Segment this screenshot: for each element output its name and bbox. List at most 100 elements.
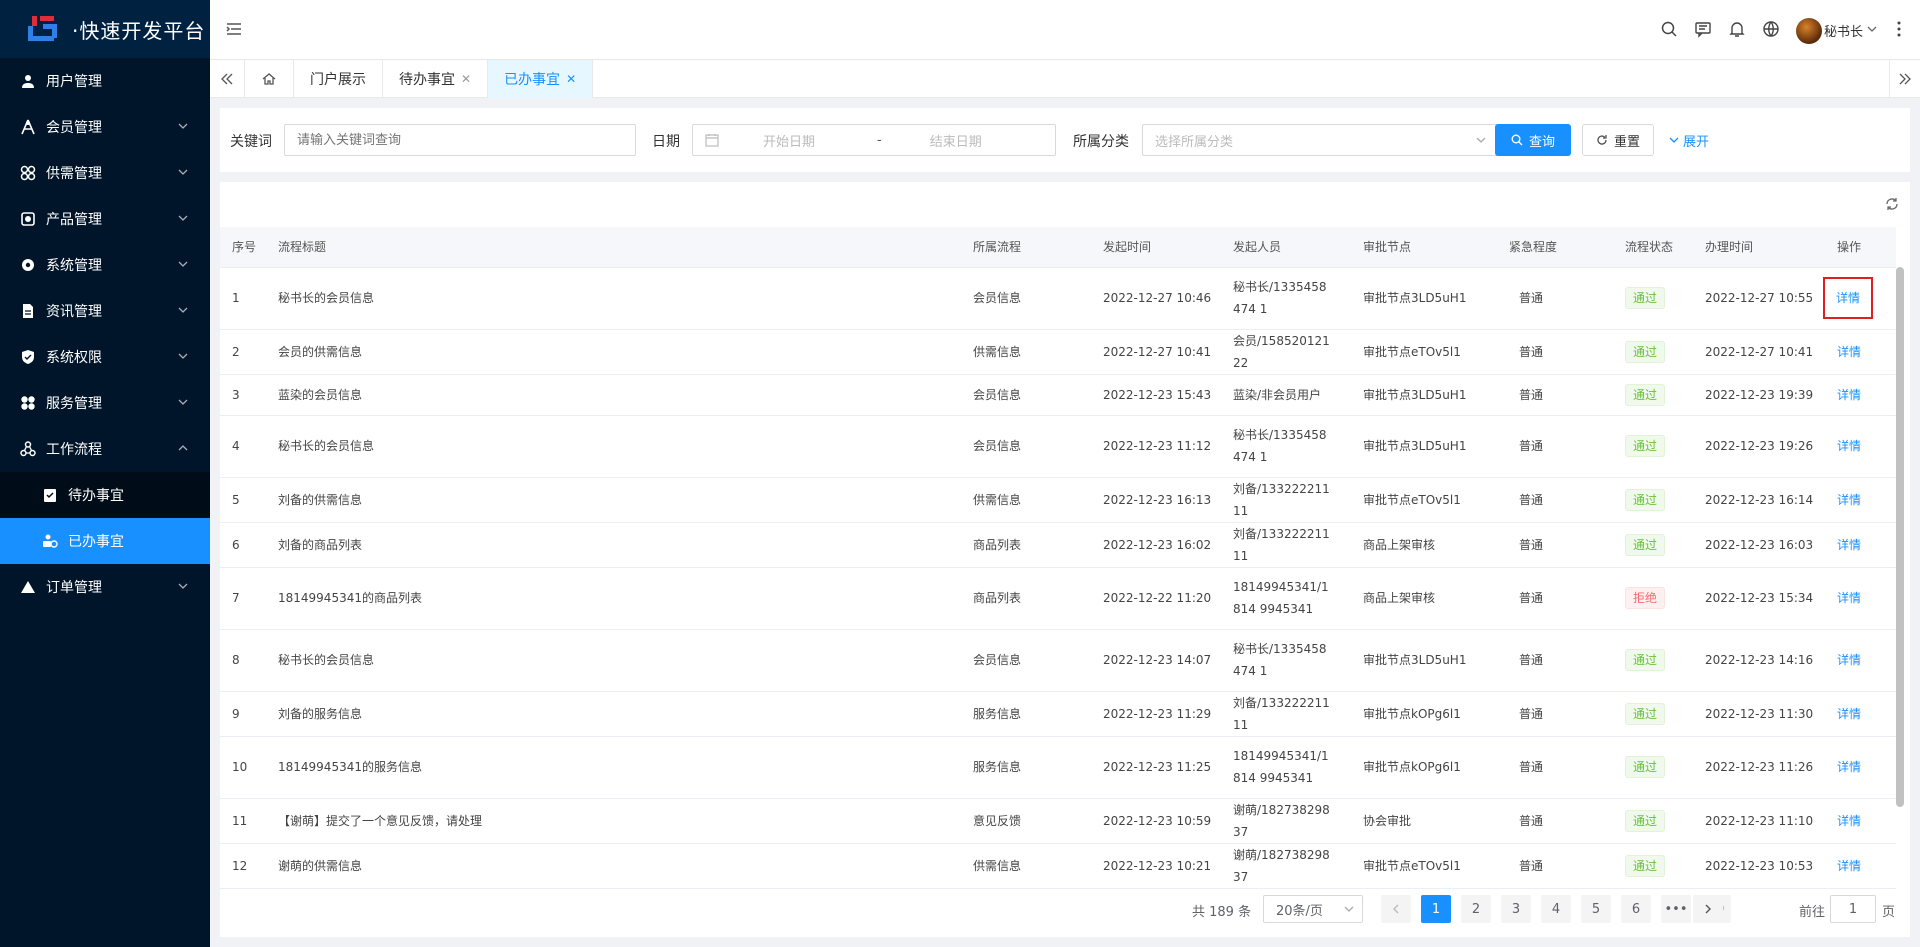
initiator: 秘书长/1335458474 1	[1233, 280, 1327, 316]
table-cell: 服务信息	[961, 691, 1091, 737]
sidebar-item-order[interactable]: 订单管理	[0, 564, 210, 610]
submenu-item-todo[interactable]: 待办事宜	[0, 472, 210, 518]
globe-icon[interactable]	[1762, 20, 1780, 38]
column-header: 所属流程	[961, 227, 1091, 268]
table-cell: 意见反馈	[961, 798, 1091, 844]
table-cell: 详情	[1825, 798, 1896, 844]
page-button[interactable]: 6	[1621, 895, 1651, 923]
sidebar-item-workflow[interactable]: 工作流程	[0, 426, 210, 472]
table-row[interactable]: 3 蓝染的会员信息 会员信息 2022-12-23 15:43 蓝染/非会员用户 审批节点…	[220, 374, 1896, 416]
prev-page-button[interactable]	[1381, 895, 1411, 923]
page-size-select[interactable]: 20条/页	[1263, 895, 1363, 923]
close-icon[interactable]: ✕	[566, 72, 576, 86]
page-button[interactable]: 5	[1581, 895, 1611, 923]
detail-link[interactable]: 详情	[1837, 591, 1861, 605]
sidebar-item-supply[interactable]: 供需管理	[0, 150, 210, 196]
detail-link[interactable]: 详情	[1837, 814, 1861, 828]
detail-link[interactable]: 详情	[1837, 439, 1861, 453]
table-cell: 2022-12-23 11:29	[1091, 691, 1221, 737]
tab-todo[interactable]: 待办事宜 ✕	[383, 60, 489, 98]
detail-link[interactable]: 详情	[1837, 707, 1861, 721]
username[interactable]: 秘书长	[1824, 21, 1863, 40]
page-button[interactable]: 1	[1421, 895, 1451, 923]
table-cell: 审批节点kOPg6l1	[1351, 691, 1497, 737]
table-cell: 详情	[1825, 691, 1896, 737]
tab-done[interactable]: 已办事宜 ✕	[488, 60, 594, 98]
sidebar-item-service[interactable]: 服务管理	[0, 380, 210, 426]
refresh-icon[interactable]	[1884, 196, 1900, 212]
menu-toggle-icon[interactable]	[225, 20, 243, 38]
tabs-scroll-left-icon[interactable]	[210, 60, 245, 98]
detail-link[interactable]: 详情	[1837, 538, 1861, 552]
sidebar-item-user[interactable]: 用户管理	[0, 58, 210, 104]
detail-link[interactable]: 详情	[1837, 388, 1861, 402]
process-type: 会员信息	[973, 387, 1022, 402]
table-cell: 2022-12-23 11:25	[1091, 736, 1221, 799]
table-row[interactable]: 7 18149945341的商品列表 商品列表 2022-12-22 11:20 181…	[220, 567, 1896, 630]
next-page-button[interactable]	[1693, 895, 1723, 923]
more-pages-button[interactable]: •••	[1661, 895, 1691, 923]
start-date-placeholder[interactable]: 开始日期	[763, 131, 853, 150]
table-scrollbar[interactable]	[1896, 267, 1904, 807]
table-row[interactable]: 9 刘备的服务信息 服务信息 2022-12-23 11:29 刘备/133222211…	[220, 691, 1896, 737]
keyword-input[interactable]	[284, 124, 636, 156]
table-row[interactable]: 2 会员的供需信息 供需信息 2022-12-27 10:41 会员/158520121…	[220, 329, 1896, 375]
sidebar-item-product[interactable]: 产品管理	[0, 196, 210, 242]
table-row[interactable]: 1 秘书长的会员信息 会员信息 2022-12-27 10:46 秘书长/1335458…	[220, 267, 1896, 330]
table-row[interactable]: 4 秘书长的会员信息 会员信息 2022-12-23 11:12 秘书长/1335458…	[220, 415, 1896, 478]
category-select[interactable]: 选择所属分类	[1142, 124, 1498, 156]
tab-portal[interactable]: 门户展示	[294, 60, 383, 98]
sidebar-item-permission[interactable]: 系统权限	[0, 334, 210, 380]
sidebar-item-news[interactable]: 资讯管理	[0, 288, 210, 334]
urgency: 普通	[1519, 591, 1544, 605]
detail-link-highlighted[interactable]: 详情	[1823, 277, 1873, 319]
date-range-picker[interactable]: 开始日期 - 结束日期	[692, 124, 1056, 156]
sidebar-item-member[interactable]: 会员管理	[0, 104, 210, 150]
expand-button[interactable]: 展开	[1664, 124, 1714, 156]
chevron-down-icon	[176, 211, 190, 225]
date-separator: -	[877, 132, 882, 148]
status-badge: 通过	[1625, 533, 1666, 556]
detail-link[interactable]: 详情	[1837, 345, 1861, 359]
start-time: 2022-12-23 15:43	[1103, 387, 1212, 402]
table-row[interactable]: 6 刘备的商品列表 商品列表 2022-12-23 16:02 刘备/133222211…	[220, 522, 1896, 568]
table-cell: 3	[220, 374, 266, 416]
detail-link[interactable]: 详情	[1837, 493, 1861, 507]
end-date-placeholder[interactable]: 结束日期	[930, 131, 982, 150]
tab-home[interactable]	[245, 60, 294, 98]
handle-time: 2022-12-27 10:55	[1705, 291, 1814, 305]
row-index: 2	[232, 344, 240, 359]
table-cell: 普通	[1497, 736, 1613, 799]
column-header: 发起人员	[1221, 227, 1351, 268]
detail-link[interactable]: 详情	[1837, 859, 1861, 873]
table-row[interactable]: 8 秘书长的会员信息 会员信息 2022-12-23 14:07 秘书长/1335458…	[220, 629, 1896, 692]
message-icon[interactable]	[1694, 20, 1712, 38]
detail-link[interactable]: 详情	[1837, 760, 1861, 774]
submenu-item-done[interactable]: 已办事宜	[0, 518, 210, 564]
reset-button[interactable]: 重置	[1582, 124, 1654, 156]
page-button[interactable]: 2	[1461, 895, 1491, 923]
close-icon[interactable]: ✕	[461, 72, 471, 86]
chevron-down-icon[interactable]	[1867, 24, 1877, 34]
page-button[interactable]: 3	[1501, 895, 1531, 923]
query-button[interactable]: 查询	[1495, 124, 1571, 156]
page-button[interactable]: 4	[1541, 895, 1571, 923]
table-row[interactable]: 11 【谢萌】提交了一个意见反馈，请处理 意见反馈 2022-12-23 10:59 谢…	[220, 798, 1896, 844]
avatar[interactable]	[1796, 18, 1822, 44]
app-logo[interactable]: ·快速开发平台	[0, 0, 210, 58]
table-cell: 18149945341/1814 9945341	[1221, 567, 1351, 630]
chevron-down-icon	[176, 165, 190, 179]
search-icon[interactable]	[1660, 20, 1678, 38]
workflow-submenu: 待办事宜 已办事宜	[0, 472, 210, 564]
goto-page-input[interactable]	[1830, 895, 1876, 923]
more-vertical-icon[interactable]	[1896, 20, 1902, 38]
detail-link[interactable]: 详情	[1837, 653, 1861, 667]
sidebar-item-system[interactable]: 系统管理	[0, 242, 210, 288]
column-header: 流程标题	[266, 227, 961, 268]
status-badge: 拒绝	[1625, 587, 1666, 609]
tabs-scroll-right-icon[interactable]	[1889, 60, 1920, 98]
bell-icon[interactable]	[1728, 20, 1746, 38]
table-row[interactable]: 12 谢萌的供需信息 供需信息 2022-12-23 10:21 谢萌/18273829…	[220, 843, 1896, 889]
table-row[interactable]: 10 18149945341的服务信息 服务信息 2022-12-23 11:25 18…	[220, 736, 1896, 799]
table-row[interactable]: 5 刘备的供需信息 供需信息 2022-12-23 16:13 刘备/133222211…	[220, 477, 1896, 523]
